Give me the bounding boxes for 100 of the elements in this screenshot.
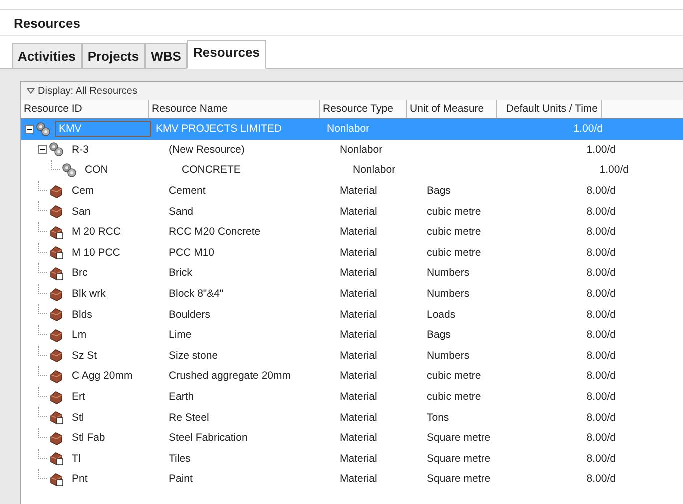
filter-caret-icon[interactable] [27, 88, 35, 94]
collapse-button[interactable] [25, 124, 34, 134]
material-tagged-icon [49, 451, 64, 466]
default-units: 8.00/d [586, 473, 617, 486]
default-units: 8.00/d [586, 185, 617, 198]
column-header[interactable]: Resource ID [21, 100, 149, 118]
material-icon [49, 390, 64, 405]
material-icon [49, 184, 64, 199]
resource-name: Steel Fabrication [168, 432, 249, 444]
material-tagged-icon [49, 224, 64, 240]
resource-id: KMV [55, 121, 151, 138]
material-tagged-icon [49, 472, 64, 487]
material-icon [49, 430, 64, 446]
window-title: Resources [13, 15, 82, 33]
unit-of-measure: Tons [426, 412, 450, 424]
resource-id: Blk wrk [71, 287, 107, 302]
resource-name: Block 8"&4" [168, 288, 225, 300]
resource-type: Material [339, 226, 378, 238]
default-units: 8.00/d [586, 226, 617, 238]
collapse-button[interactable] [38, 145, 47, 154]
resource-id: Cem [71, 184, 96, 200]
default-units: 8.00/d [586, 308, 617, 321]
unit-of-measure: cubic metre [426, 246, 482, 259]
resource-id: Sz St [71, 348, 98, 364]
resource-type: Material [339, 267, 378, 280]
resource-id: M 20 RCC [71, 225, 122, 240]
resource-name: PCC M10 [168, 246, 216, 259]
default-units: 8.00/d [586, 267, 617, 280]
unit-of-measure: cubic metre [426, 206, 482, 218]
default-units: 8.00/d [586, 412, 617, 424]
resource-name: Size stone [168, 350, 220, 362]
default-units: 1.00/d [586, 144, 617, 156]
resource-name: Cement [168, 185, 207, 198]
tab[interactable]: Resources [187, 40, 266, 69]
material-icon [49, 328, 64, 343]
resource-id: Stl Fab [71, 431, 106, 446]
gears-icon [49, 142, 64, 158]
resource-id: M 10 PCC [71, 246, 122, 261]
column-header[interactable]: Resource Type [320, 100, 407, 118]
unit-of-measure: cubic metre [426, 370, 482, 382]
column-header[interactable]: Unit of Measure [407, 100, 497, 118]
unit-of-measure: cubic metre [426, 391, 482, 404]
unit-of-measure: Bags [426, 329, 452, 342]
resource-name: Crushed aggregate 20mm [168, 370, 292, 382]
resource-id: Lm [71, 328, 88, 344]
default-units: 8.00/d [586, 452, 617, 465]
material-icon [49, 348, 64, 364]
resource-type: Material [339, 288, 378, 300]
resource-type: Material [339, 350, 378, 362]
tab[interactable]: WBS [145, 43, 188, 68]
resource-type: Material [339, 308, 378, 321]
resource-type: Material [339, 329, 378, 342]
resource-type: Nonlabor [352, 164, 397, 176]
resource-type: Material [339, 206, 378, 218]
material-tagged-icon [49, 410, 64, 426]
resource-name: Paint [168, 473, 194, 486]
resource-type: Material [339, 452, 378, 465]
resource-type: Material [339, 185, 378, 198]
default-units: 1.00/d [572, 123, 604, 136]
tab[interactable]: Projects [82, 43, 146, 68]
resource-id: C Agg 20mm [71, 369, 134, 384]
resource-name: Re Steel [168, 412, 210, 424]
unit-of-measure: Numbers [426, 350, 471, 362]
unit-of-measure: Square metre [426, 473, 492, 486]
filter-label[interactable]: Display: All Resources [38, 86, 138, 96]
resource-name: Tiles [168, 452, 192, 465]
resource-id: Stl [71, 410, 86, 426]
resource-name: Sand [168, 206, 195, 218]
default-units: 8.00/d [586, 288, 617, 300]
resource-type: Material [339, 473, 378, 486]
resource-type: Material [339, 370, 378, 382]
unit-of-measure: Square metre [426, 432, 492, 444]
column-header[interactable]: Resource Name [149, 100, 320, 118]
material-icon [49, 307, 64, 322]
unit-of-measure: Square metre [426, 452, 492, 465]
resource-id: Blds [71, 308, 94, 323]
resource-id: Brc [71, 266, 89, 282]
resource-id: CON [84, 163, 110, 178]
tab[interactable]: Activities [12, 43, 82, 68]
unit-of-measure: Bags [426, 185, 452, 198]
material-tagged-icon [49, 266, 64, 281]
unit-of-measure: Loads [426, 308, 457, 321]
resource-name: Lime [168, 329, 193, 342]
resource-name: Brick [168, 267, 194, 280]
resource-type: Material [339, 246, 378, 259]
resource-type: Material [339, 412, 378, 424]
resource-name: Boulders [168, 308, 212, 321]
resource-name: KMV PROJECTS LIMITED [155, 123, 284, 136]
unit-of-measure: cubic metre [426, 226, 482, 238]
default-units: 8.00/d [586, 391, 617, 404]
material-icon [49, 368, 64, 384]
resource-id: San [71, 204, 92, 220]
material-icon [49, 204, 64, 220]
resource-type: Material [339, 432, 378, 444]
default-units: 8.00/d [586, 246, 617, 259]
resource-id: R-3 [71, 142, 90, 158]
gears-icon [62, 162, 77, 178]
column-header[interactable]: Default Units / Time [497, 100, 602, 118]
resource-name: RCC M20 Concrete [168, 226, 262, 238]
material-icon [49, 286, 64, 302]
